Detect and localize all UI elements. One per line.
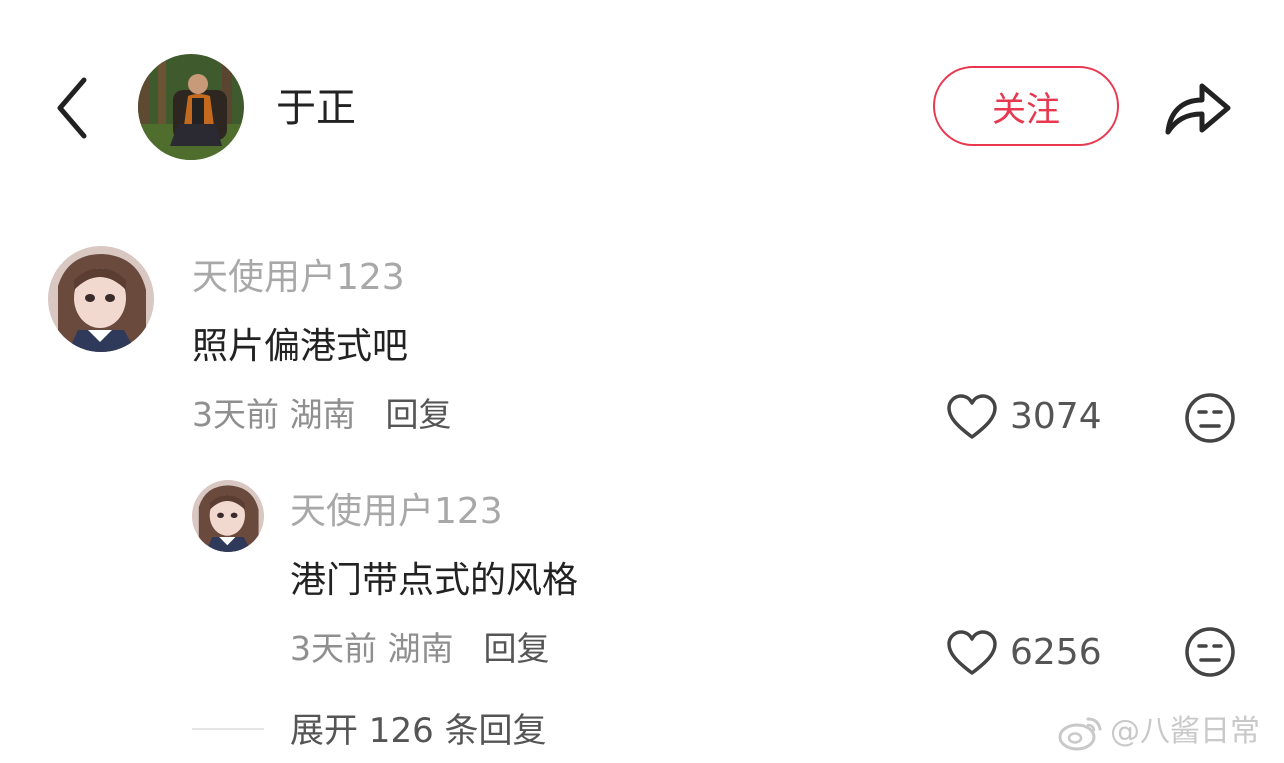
watermark-text: @八酱日常 <box>1110 714 1260 749</box>
reply-username[interactable]: 天使用户123 <box>290 488 503 536</box>
dislike-face-icon <box>1185 393 1235 443</box>
heart-icon <box>947 630 997 675</box>
like-count: 3074 <box>1010 396 1102 437</box>
dislike-face-icon <box>1185 627 1235 677</box>
heart-icon <box>947 394 997 439</box>
comment-text: 照片偏港式吧 <box>192 326 409 367</box>
comment-avatar[interactable] <box>48 246 154 352</box>
reply-meta: 3天前 湖南 回复 <box>290 626 550 672</box>
author-name: 于正 <box>276 85 356 131</box>
follow-button[interactable]: 关注 <box>933 66 1119 146</box>
reply-text: 港门带点式的风格 <box>290 560 579 601</box>
share-icon <box>1165 83 1231 135</box>
reply-like-button[interactable]: 6256 <box>946 628 1102 678</box>
back-arrow-icon <box>57 77 87 139</box>
weibo-icon <box>1058 717 1102 751</box>
comment-meta: 3天前 湖南 回复 <box>192 392 452 438</box>
expand-divider <box>192 728 264 730</box>
reply-like-count: 6256 <box>1010 632 1102 673</box>
dislike-button[interactable] <box>1184 392 1236 444</box>
reply-dislike-button[interactable] <box>1184 626 1236 678</box>
reply-time-location: 3天前 湖南 <box>290 629 454 668</box>
expand-replies-button[interactable]: 展开 126 条回复 <box>290 708 547 754</box>
comment-username[interactable]: 天使用户123 <box>192 254 405 302</box>
back-button[interactable] <box>50 72 100 144</box>
reply-avatar[interactable] <box>192 480 264 552</box>
watermark: @八酱日常 <box>1058 710 1260 754</box>
reply-reply-button[interactable]: 回复 <box>484 629 550 668</box>
reply-button[interactable]: 回复 <box>386 395 452 434</box>
share-button[interactable] <box>1160 74 1234 138</box>
comment-time-location: 3天前 湖南 <box>192 395 356 434</box>
like-button[interactable]: 3074 <box>946 392 1102 442</box>
author-avatar[interactable] <box>138 54 244 160</box>
